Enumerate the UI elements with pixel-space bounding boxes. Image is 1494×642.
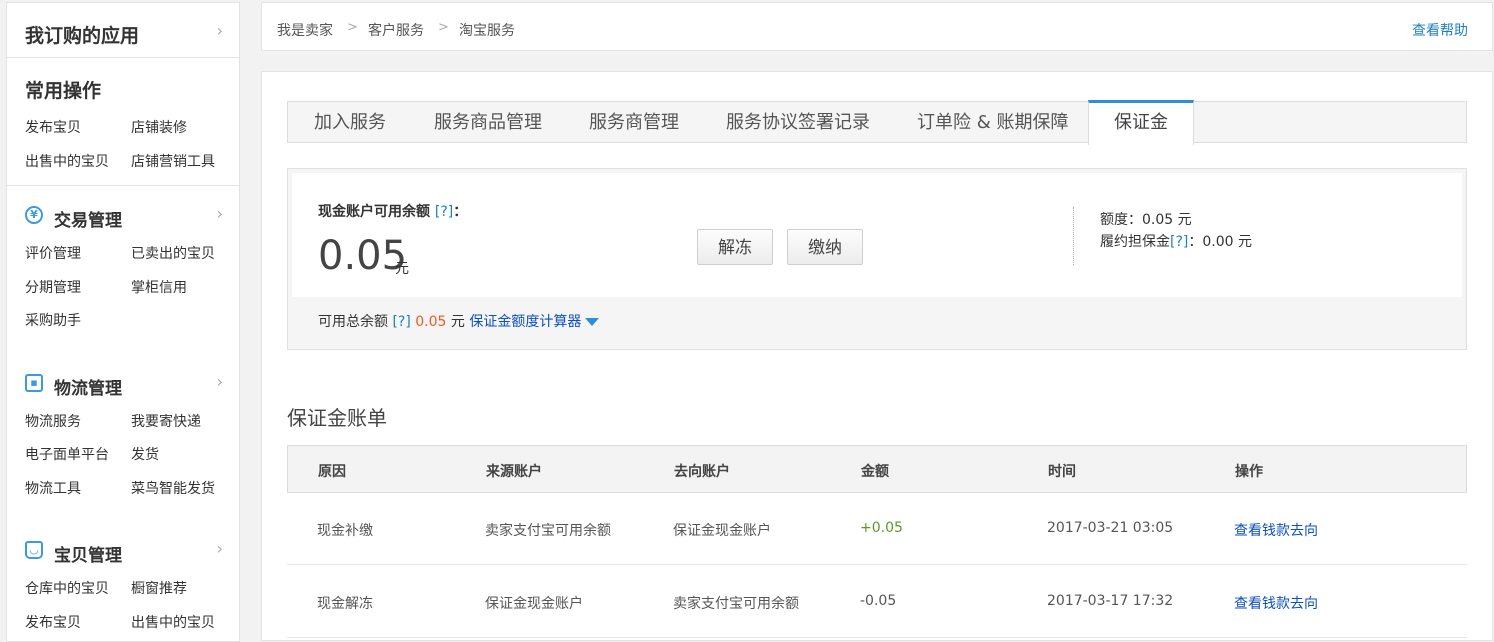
tab-provider[interactable]: 服务商管理: [589, 102, 679, 142]
shopping-bag-icon: ◡: [25, 541, 43, 559]
sidebar-item[interactable]: 掌柜信用: [131, 277, 187, 297]
quota-text: 额度：0.05 元: [1100, 212, 1192, 228]
sidebar-item[interactable]: 发布宝贝: [25, 117, 81, 137]
view-money-flow-link[interactable]: 查看钱款去向: [1234, 520, 1318, 540]
common-actions-title: 常用操作: [25, 80, 102, 102]
breadcrumb-item[interactable]: 客户服务: [368, 20, 424, 40]
chevron-right-icon[interactable]: ›: [217, 21, 223, 40]
table-header: 原因 来源账户 去向账户 金额 时间 操作: [287, 445, 1467, 493]
sidebar-item[interactable]: 分期管理: [25, 277, 81, 297]
sidebar-item[interactable]: 我要寄快递: [131, 411, 201, 431]
column-header: 时间: [1048, 464, 1076, 480]
column-header: 去向账户: [674, 464, 730, 480]
cell-time: 2017-03-17 17:32: [1047, 593, 1174, 609]
help-icon[interactable]: [?]: [1170, 234, 1188, 250]
column-header: 来源账户: [486, 464, 542, 480]
sidebar-item[interactable]: 店铺装修: [131, 117, 187, 137]
chevron-right-icon[interactable]: ›: [217, 204, 223, 223]
common-actions: 常用操作 发布宝贝 店铺装修 出售中的宝贝 店铺营销工具: [7, 58, 239, 186]
sidebar-item[interactable]: 仓库中的宝贝: [25, 578, 109, 598]
cell-from: 保证金现金账户: [485, 596, 583, 612]
total-balance-row: 可用总余额 [?] 0.05 元 保证金额度计算器: [318, 311, 600, 331]
section-title-trade: 交易管理: [54, 211, 122, 231]
cell-amount: -0.05: [860, 593, 897, 609]
cell-reason: 现金解冻: [317, 596, 373, 612]
sidebar-item[interactable]: 采购助手: [25, 310, 81, 330]
deposit-calculator-link[interactable]: 保证金额度计算器: [469, 314, 581, 330]
section-title-items: 宝贝管理: [54, 546, 122, 566]
sidebar-item[interactable]: 出售中的宝贝: [25, 151, 109, 171]
sidebar-item[interactable]: 物流工具: [25, 478, 81, 498]
sidebar-item[interactable]: 电子面单平台: [25, 444, 109, 464]
help-icon[interactable]: [?]: [435, 204, 453, 220]
column-header: 原因: [318, 464, 346, 480]
tab-agreement-records[interactable]: 服务协议签署记录: [726, 102, 870, 142]
table-row: 现金解冻 保证金现金账户 卖家支付宝可用余额 -0.05 2017-03-17 …: [287, 566, 1467, 638]
balance-summary: 现金账户可用余额 [?]： 0.05 元 解冻 缴纳 额度：0.05 元 履约担…: [292, 173, 1462, 297]
sidebar-item[interactable]: 已卖出的宝贝: [131, 243, 215, 263]
sidebar-item[interactable]: 橱窗推荐: [131, 578, 187, 598]
help-link[interactable]: 查看帮助: [1412, 20, 1468, 40]
sidebar: 我订购的应用 › 常用操作 发布宝贝 店铺装修 出售中的宝贝 店铺营销工具 ¥ …: [6, 2, 240, 642]
cash-balance-label: 现金账户可用余额 [?]：: [318, 204, 468, 220]
sidebar-header[interactable]: 我订购的应用 ›: [7, 3, 239, 58]
breadcrumb-separator-icon: >: [438, 20, 449, 35]
caret-down-icon[interactable]: [585, 318, 600, 326]
guarantee-text: 履约担保金[?]：0.00 元: [1100, 234, 1252, 250]
help-icon[interactable]: [?]: [392, 314, 410, 330]
sidebar-title: 我订购的应用: [25, 25, 140, 47]
column-header: 操作: [1235, 464, 1263, 480]
cell-from: 卖家支付宝可用余额: [485, 523, 611, 539]
breadcrumb-item[interactable]: 淘宝服务: [459, 20, 515, 40]
cash-balance-amount: 0.05: [318, 233, 408, 279]
tab-bar: 加入服务 服务商品管理 服务商管理 服务协议签署记录 订单险 & 账期保障 保证…: [287, 100, 1467, 145]
ledger-title: 保证金账单: [287, 406, 387, 430]
pay-button[interactable]: 缴纳: [787, 229, 863, 265]
breadcrumb-separator-icon: >: [347, 20, 358, 35]
tab-order-insurance[interactable]: 订单险 & 账期保障: [917, 102, 1068, 142]
cell-to: 卖家支付宝可用余额: [673, 596, 799, 612]
sidebar-item[interactable]: 菜鸟智能发货: [131, 478, 215, 498]
cell-time: 2017-03-21 03:05: [1047, 520, 1174, 536]
total-balance-value: 0.05: [415, 314, 447, 330]
section-title-logistics: 物流管理: [54, 379, 122, 399]
view-money-flow-link[interactable]: 查看钱款去向: [1234, 593, 1318, 613]
main-panel: 加入服务 服务商品管理 服务商管理 服务协议签署记录 订单险 & 账期保障 保证…: [261, 71, 1493, 641]
breadcrumb: 我是卖家 > 客户服务 > 淘宝服务 查看帮助: [261, 2, 1493, 51]
tab-deposit[interactable]: 保证金: [1088, 100, 1194, 145]
sidebar-item[interactable]: 发布宝贝: [25, 612, 81, 632]
sidebar-item[interactable]: 物流服务: [25, 411, 81, 431]
unfreeze-button[interactable]: 解冻: [697, 229, 773, 265]
yen-icon: ¥: [25, 206, 43, 224]
column-header: 金额: [861, 464, 889, 480]
tab-service-goods[interactable]: 服务商品管理: [434, 102, 542, 142]
truck-icon: ▪: [25, 374, 43, 392]
sidebar-item[interactable]: 出售中的宝贝: [131, 612, 215, 632]
cash-balance-unit: 元: [395, 261, 409, 277]
table-row: 现金补缴 卖家支付宝可用余额 保证金现金账户 +0.05 2017-03-21 …: [287, 493, 1467, 565]
breadcrumb-item[interactable]: 我是卖家: [277, 20, 333, 40]
tab-join-service[interactable]: 加入服务: [314, 102, 386, 142]
chevron-right-icon[interactable]: ›: [217, 539, 223, 558]
cell-amount: +0.05: [860, 520, 903, 536]
cell-reason: 现金补缴: [317, 523, 373, 539]
sidebar-item[interactable]: 店铺营销工具: [131, 151, 215, 171]
balance-panel: 现金账户可用余额 [?]： 0.05 元 解冻 缴纳 额度：0.05 元 履约担…: [287, 168, 1467, 350]
divider: [1073, 207, 1074, 265]
sidebar-item[interactable]: 评价管理: [25, 243, 81, 263]
cell-to: 保证金现金账户: [673, 523, 771, 539]
chevron-right-icon[interactable]: ›: [217, 372, 223, 391]
sidebar-item[interactable]: 发货: [131, 444, 159, 464]
